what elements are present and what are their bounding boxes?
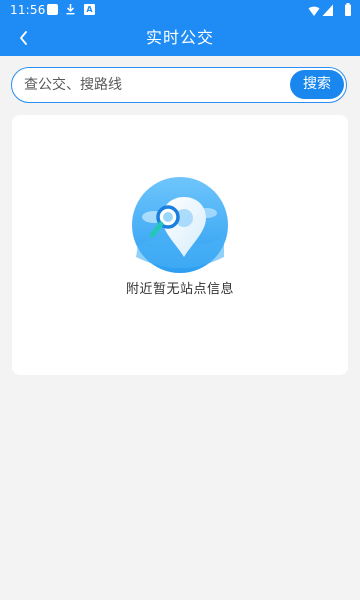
wifi-icon (308, 6, 320, 16)
search-bar: 搜索 (11, 67, 347, 103)
battery-icon (345, 4, 351, 16)
status-right-icons (308, 3, 351, 16)
status-bar: 11:56 A (0, 0, 360, 20)
header-bar: 实时公交 (0, 20, 360, 56)
cell-signal-icon (322, 4, 333, 16)
location-search-icon (132, 177, 228, 273)
search-button[interactable]: 搜索 (290, 70, 344, 99)
a-badge-icon: A (84, 4, 95, 15)
page-title: 实时公交 (145, 28, 214, 47)
download-icon (66, 4, 75, 15)
chevron-left-icon (20, 31, 27, 45)
status-time: 11:56 (10, 3, 46, 17)
empty-state-message: 附近暂无站点信息 (125, 282, 234, 297)
notification-icon (47, 4, 58, 15)
back-button[interactable] (10, 24, 38, 52)
empty-state-card: 附近暂无站点信息 (12, 115, 348, 375)
search-input[interactable] (24, 68, 274, 101)
